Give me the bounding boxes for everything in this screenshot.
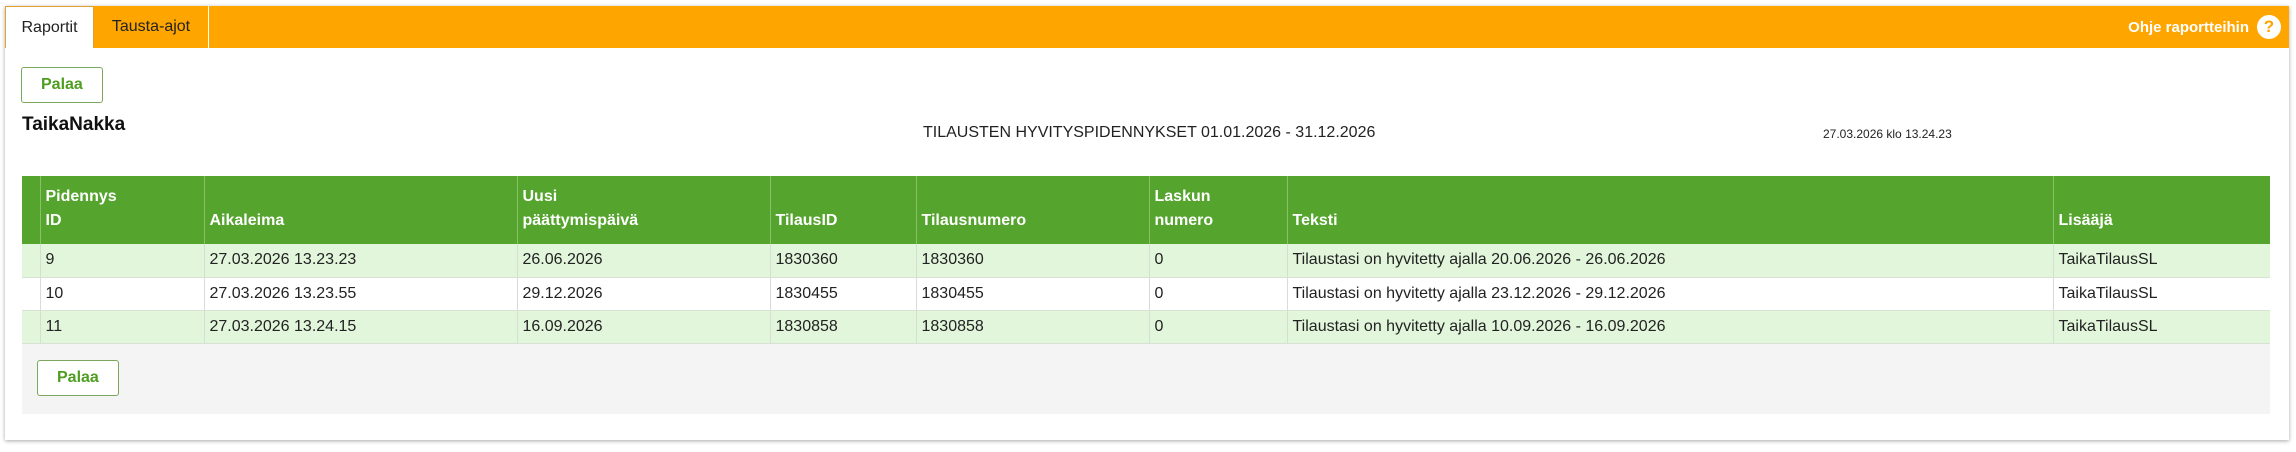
header-teksti: Teksti: [1287, 176, 2054, 244]
cell-lisaaja: TaikaTilausSL: [2053, 244, 2270, 278]
help-icon: ?: [2257, 15, 2281, 39]
report-table-container: Pidennys ID Aikaleima Uusi päättymispäivä …: [22, 176, 2270, 414]
cell-laskun-numero: 0: [1149, 277, 1288, 311]
company-name: TaikaNakka: [22, 114, 126, 135]
cell-tilausid: 1830455: [770, 277, 917, 311]
header-aikaleima: Aikaleima: [204, 176, 518, 244]
tab-tausta-ajot[interactable]: Tausta-ajot: [94, 6, 209, 48]
back-button-bottom[interactable]: Palaa: [37, 360, 119, 396]
generated-timestamp: 27.03.2026 klo 13.24.23: [1823, 127, 1952, 141]
back-button-top[interactable]: Palaa: [21, 67, 103, 103]
table-header-row: Pidennys ID Aikaleima Uusi päättymispäivä …: [22, 176, 2270, 244]
cell-lisaaja: TaikaTilausSL: [2053, 277, 2270, 311]
cell-pidennys-id: 11: [40, 310, 205, 344]
cell-paattymispaiva: 26.06.2026: [517, 244, 771, 278]
cell-teksti: Tilaustasi on hyvitetty ajalla 20.06.202…: [1287, 244, 2054, 278]
cell-tilausnumero: 1830858: [916, 310, 1150, 344]
header-tilausid: TilausID: [770, 176, 917, 244]
cell-laskun-numero: 0: [1149, 244, 1288, 278]
cell-aikaleima: 27.03.2026 13.23.23: [204, 244, 518, 278]
cell-paattymispaiva: 29.12.2026: [517, 277, 771, 311]
cell-pidennys-id: 9: [40, 244, 205, 278]
cell-tilausnumero: 1830455: [916, 277, 1150, 311]
cell-pidennys-id: 10: [40, 277, 205, 311]
header-uusi-paattymispaiva: Uusi päättymispäivä: [517, 176, 771, 244]
cell-tilausid: 1830858: [770, 310, 917, 344]
header-pidennys-id: Pidennys ID: [40, 176, 205, 244]
help-link[interactable]: Ohje raportteihin ?: [2128, 6, 2281, 48]
tab-bar: Raportit Tausta-ajot Ohje raportteihin ?: [5, 6, 2289, 48]
table-row: 10 27.03.2026 13.23.55 29.12.2026 183045…: [22, 277, 2270, 311]
cell-aikaleima: 27.03.2026 13.23.55: [204, 277, 518, 311]
table-row: 11 27.03.2026 13.24.15 16.09.2026 183085…: [22, 310, 2270, 344]
cell-tilausid: 1830360: [770, 244, 917, 278]
report-table: Pidennys ID Aikaleima Uusi päättymispäivä …: [22, 176, 2270, 344]
cell-laskun-numero: 0: [1149, 310, 1288, 344]
report-title: TILAUSTEN HYVITYSPIDENNYKSET 01.01.2026 …: [923, 124, 1376, 141]
cell-aikaleima: 27.03.2026 13.24.15: [204, 310, 518, 344]
header-spacer: [22, 176, 41, 244]
cell-teksti: Tilaustasi on hyvitetty ajalla 10.09.202…: [1287, 310, 2054, 344]
cell-teksti: Tilaustasi on hyvitetty ajalla 23.12.202…: [1287, 277, 2054, 311]
header-lisaaja: Lisääjä: [2058, 212, 2113, 229]
header-tilausnumero: Tilausnumero: [916, 176, 1150, 244]
table-row: 9 27.03.2026 13.23.23 26.06.2026 1830360…: [22, 244, 2270, 278]
help-label: Ohje raportteihin: [2128, 18, 2249, 36]
cell-paattymispaiva: 16.09.2026: [517, 310, 771, 344]
report-window: Raportit Tausta-ajot Ohje raportteihin ?…: [5, 6, 2289, 440]
cell-tilausnumero: 1830360: [916, 244, 1150, 278]
cell-lisaaja: TaikaTilausSL: [2053, 310, 2270, 344]
header-laskun-numero: Laskun numero: [1149, 176, 1288, 244]
tab-raportit[interactable]: Raportit: [5, 6, 94, 48]
